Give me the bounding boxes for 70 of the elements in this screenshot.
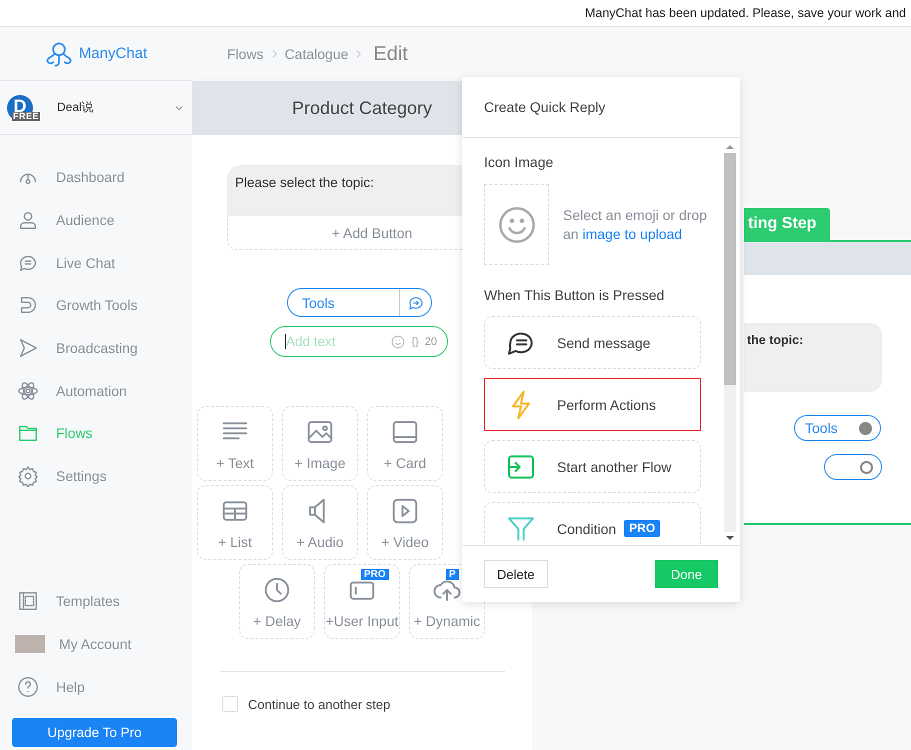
node-title: ting Step [744, 208, 830, 240]
settings-icon [17, 465, 39, 488]
pro-badge: PRO [361, 568, 389, 580]
scroll-up-arrow[interactable] [726, 145, 734, 149]
checkbox-label: Continue to another step [248, 696, 390, 712]
sidebar-item[interactable]: Automation [0, 369, 192, 412]
atom-icon [17, 380, 39, 402]
add-block-button[interactable]: + Delay [239, 564, 315, 639]
quick-reply-label: Tools [301, 294, 336, 310]
add-block-button[interactable]: PRO +User Input [324, 564, 400, 639]
add-block-button[interactable]: + Video [367, 485, 443, 560]
sidebar-item[interactable]: My Account [0, 622, 192, 666]
section-title: Icon Image [484, 154, 554, 170]
upgrade-button[interactable]: Upgrade To Pro [12, 718, 177, 747]
add-block-button[interactable]: + List [197, 485, 273, 560]
add-block-button[interactable]: + Card [367, 406, 443, 481]
sidebar-item[interactable]: Templates [0, 580, 192, 623]
breadcrumb-link[interactable]: Flows [227, 46, 264, 62]
emoji-drop-zone[interactable] [484, 184, 549, 265]
delete-button[interactable]: Delete [484, 560, 548, 588]
octopus-logo-icon [44, 40, 73, 68]
breadcrumb-link[interactable]: Catalogue [284, 46, 348, 62]
pro-badge: P [446, 568, 459, 580]
action-option[interactable]: Condition PRO [484, 502, 701, 545]
variable-icon: {} [411, 336, 419, 348]
account-avatar [15, 634, 45, 653]
sidebar-item[interactable]: Growth Tools [0, 284, 192, 327]
pro-badge: PRO [624, 520, 660, 537]
character-counter: 20 [424, 336, 437, 348]
message-text: Please select the topic: [235, 175, 374, 190]
upload-link[interactable]: image to upload [582, 226, 682, 242]
plan-badge: FREE [12, 112, 40, 120]
send-icon [17, 337, 39, 360]
sidebar-item[interactable]: Live Chat [0, 241, 192, 284]
account-name[interactable]: Deal说 [57, 99, 174, 116]
quick-reply-label: Tools [805, 420, 839, 436]
action-option[interactable]: Perform Actions [484, 378, 701, 431]
message-text: the topic: [747, 333, 804, 347]
person-icon [17, 209, 39, 232]
reply-text-box[interactable]: Add text {} 20 [270, 326, 448, 357]
connector-dot[interactable] [859, 422, 872, 434]
sidebar-item[interactable]: Audience [0, 198, 192, 242]
sidebar-item[interactable]: Flows [0, 412, 192, 455]
action-option[interactable]: Send message [484, 316, 701, 369]
sidebar-item[interactable]: Help [0, 665, 192, 708]
checkbox[interactable] [222, 696, 238, 712]
connector-dot[interactable] [860, 460, 873, 474]
emoji-icon [391, 334, 406, 348]
add-block-button[interactable]: + Audio [282, 485, 358, 560]
smiley-icon [496, 204, 536, 244]
scroll-down-arrow[interactable] [726, 536, 734, 540]
sidebar-item[interactable]: Settings [0, 454, 192, 498]
sidebar-item[interactable]: Broadcasting [0, 326, 192, 370]
scroll-thumb[interactable] [724, 153, 736, 385]
sidebar-item[interactable]: Dashboard [0, 156, 192, 199]
quick-reply-chip[interactable]: Tools [287, 288, 432, 317]
panel-title: Product Category [292, 98, 432, 118]
action-option[interactable]: Start another Flow [484, 440, 701, 493]
help-icon [17, 676, 39, 698]
add-block-button[interactable]: + Image [282, 406, 358, 481]
popover-title: Create Quick Reply [484, 99, 606, 115]
page-title: Edit [373, 42, 408, 66]
blueprint-icon [17, 590, 39, 612]
add-block-button[interactable]: + Text [197, 406, 273, 481]
update-notice: ManyChat has been updated. Please, save your work and [584, 6, 906, 20]
brand-name: ManyChat [78, 45, 148, 62]
section-title: When This Button is Pressed [484, 287, 666, 303]
hint-text: Select an emoji or drop an image to upload [563, 206, 708, 244]
done-button[interactable]: Done [654, 560, 718, 588]
reply-text-field[interactable]: Add text [285, 334, 386, 349]
